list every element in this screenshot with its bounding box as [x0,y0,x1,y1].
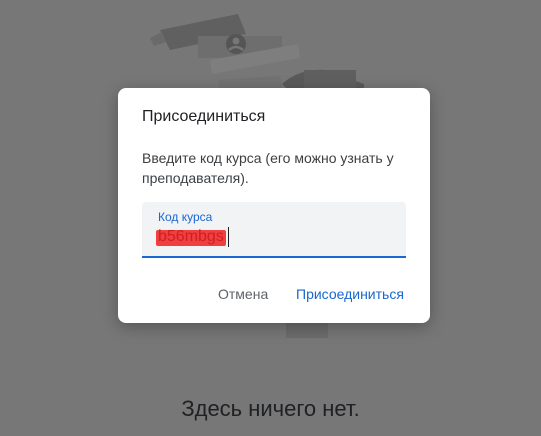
redaction-mark [156,230,226,246]
text-cursor [228,227,229,247]
join-button[interactable]: Присоединиться [296,286,404,302]
empty-state-message: Здесь ничего нет. [181,396,360,421]
cancel-button[interactable]: Отмена [218,286,268,302]
join-class-dialog: Присоединиться Введите код курса (его мо… [118,88,430,323]
class-code-field[interactable]: Код курса b56mbgs [142,202,406,258]
dialog-title: Присоединиться [142,108,266,125]
class-code-label: Код курса [158,210,213,224]
dialog-description: Введите код курса (его можно узнать у пр… [142,150,394,186]
